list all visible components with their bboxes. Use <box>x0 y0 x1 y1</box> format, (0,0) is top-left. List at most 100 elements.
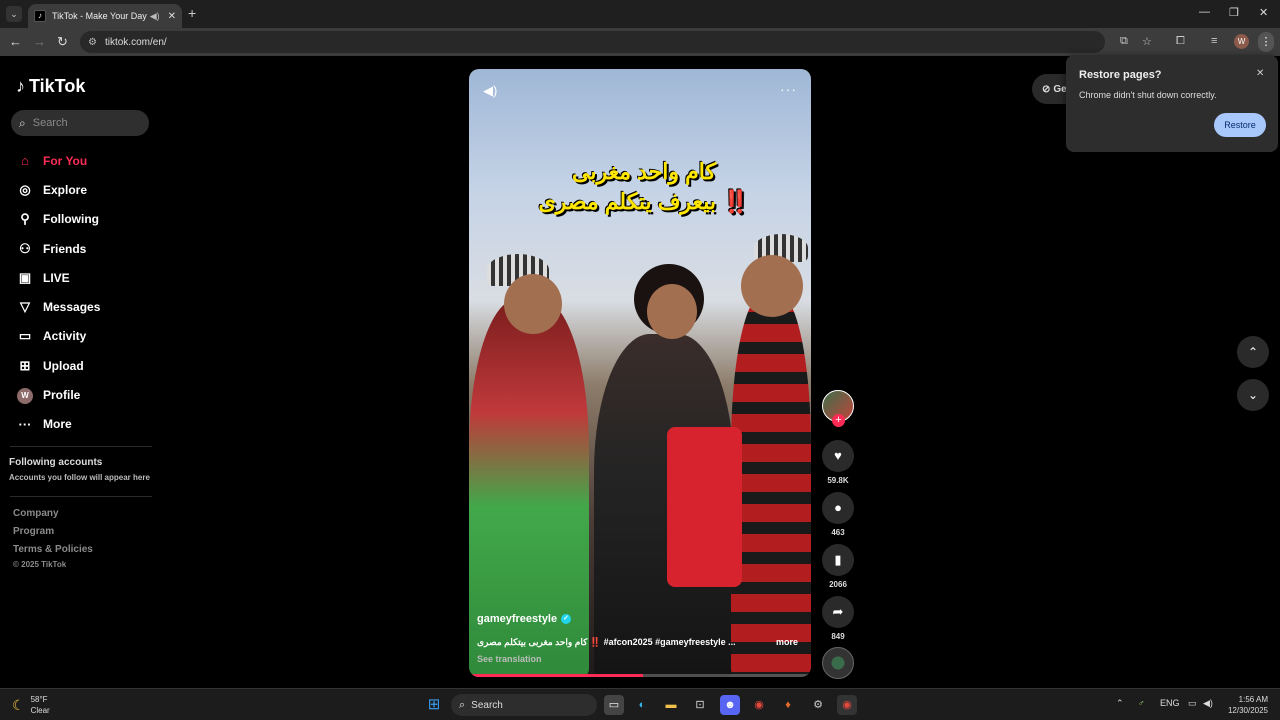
nav-profile[interactable]: W Profile <box>16 380 156 409</box>
sidebar-nav: ⌂ For You ◎ Explore ⚲ Following ⚇ Friend… <box>16 146 156 439</box>
discord-icon[interactable]: ☻ <box>720 695 740 715</box>
previous-video-button[interactable]: ⌃ <box>1237 336 1269 368</box>
url-text: tiktok.com/en/ <box>104 36 167 48</box>
footer-program[interactable]: Program <box>13 526 54 537</box>
minimize-icon[interactable]: — <box>1199 6 1210 18</box>
video-options-icon[interactable]: ··· <box>780 81 797 97</box>
extensions-icon[interactable]: ⧠ <box>1176 35 1185 48</box>
follow-plus-icon[interactable]: + <box>832 414 845 427</box>
video-description[interactable]: كام واحد مغربى بيتكلم مصرى ‼️ #afcon2025… <box>477 637 747 648</box>
tab-title: TikTok - Make Your Day <box>52 11 147 21</box>
language-indicator[interactable]: ENG <box>1160 698 1180 708</box>
nav-explore[interactable]: ◎ Explore <box>16 175 156 204</box>
window-close-icon[interactable]: ✕ <box>1259 6 1268 19</box>
system-clock[interactable]: 1:56 AM 12/30/2025 <box>1222 694 1268 716</box>
share-button[interactable]: ➦ <box>822 596 854 628</box>
plus-square-icon: ⊞ <box>19 357 31 373</box>
speaker-icon[interactable]: ◀) <box>150 11 160 22</box>
weather-condition: Clear <box>30 706 50 715</box>
nav-label: Friends <box>43 241 87 256</box>
profile-avatar[interactable]: W <box>1234 34 1249 49</box>
tab-tiktok[interactable]: ♪ TikTok - Make Your Day ◀) ✕ <box>28 4 182 28</box>
chrome-active-icon[interactable]: ◉ <box>837 695 857 715</box>
tab-search-button[interactable]: ⌄ <box>6 6 22 22</box>
tab-close-icon[interactable]: ✕ <box>168 11 176 22</box>
divider <box>10 446 152 447</box>
nav-label: Upload <box>43 358 84 373</box>
microphone-icon[interactable]: ♂ <box>1138 698 1145 708</box>
comment-button[interactable]: ● <box>822 492 854 524</box>
address-bar[interactable]: ⚙ tiktok.com/en/ <box>80 31 1105 53</box>
like-button[interactable]: ♥ <box>822 440 854 472</box>
see-translation-link[interactable]: See translation <box>477 654 542 664</box>
share-count: 849 <box>831 632 845 641</box>
phone-icon: ⊘ <box>1042 83 1051 95</box>
nav-label: Profile <box>43 388 81 403</box>
nav-messages[interactable]: ▽ Messages <box>16 292 156 321</box>
save-button[interactable]: ▮ <box>822 544 854 576</box>
tray-overflow-icon[interactable]: ⌃ <box>1116 698 1124 709</box>
popup-close-icon[interactable]: ✕ <box>1256 68 1264 79</box>
music-disc-icon[interactable] <box>822 647 854 679</box>
taskbar-search[interactable]: ⌕ Search <box>451 694 597 716</box>
comment-icon: ● <box>834 500 842 515</box>
chrome-menu-icon[interactable]: ⋮ <box>1258 32 1274 52</box>
file-explorer-icon[interactable]: ▬ <box>661 695 681 715</box>
nav-friends[interactable]: ⚇ Friends <box>16 234 156 263</box>
store-icon[interactable]: ⊡ <box>690 695 710 715</box>
weather-widget[interactable]: ☾ 58°F Clear <box>12 694 50 716</box>
nav-upload[interactable]: ⊞ Upload <box>16 351 156 380</box>
logo-text: TikTok <box>29 76 86 96</box>
video-player[interactable]: ◀) ··· كام واحد مغربى بيعرف يتكلم مصرى ‼… <box>469 69 811 677</box>
site-info-icon[interactable]: ⚙ <box>88 37 97 48</box>
restore-button[interactable]: Restore <box>1214 113 1266 137</box>
video-scene <box>647 284 697 339</box>
volume-icon[interactable]: ◀) <box>483 83 497 99</box>
like-count: 59.8K <box>827 476 849 485</box>
chrome-icon[interactable]: ◉ <box>749 695 769 715</box>
new-tab-button[interactable]: + <box>188 5 196 21</box>
live-icon: ▣ <box>18 269 32 285</box>
nav-more[interactable]: ··· More <box>16 410 156 439</box>
steam-icon[interactable]: ⚙ <box>808 695 828 715</box>
save-count: 2066 <box>829 580 847 589</box>
tiktok-logo[interactable]: ♪ TikTok <box>16 76 85 97</box>
task-view-icon[interactable]: ▭ <box>604 695 624 715</box>
profile-icon: W <box>16 386 34 405</box>
nav-following[interactable]: ⚲ Following <box>16 205 156 234</box>
nav-for-you[interactable]: ⌂ For You <box>16 146 156 175</box>
heart-icon: ♥ <box>834 448 842 463</box>
browser-toolbar: ← → ↻ ⚙ tiktok.com/en/ ⧉ ☆ ⧠ ≡ W ⋮ <box>0 28 1280 56</box>
bookmark-star-icon[interactable]: ☆ <box>1142 35 1152 48</box>
taskbar-search-label: Search <box>471 699 503 711</box>
popup-message: Chrome didn't shut down correctly. <box>1079 90 1217 100</box>
install-app-icon[interactable]: ⧉ <box>1120 35 1128 48</box>
nav-live[interactable]: ▣ LIVE <box>16 263 156 292</box>
display-icon[interactable]: ▭ <box>1188 698 1197 709</box>
nav-label: Messages <box>43 300 101 315</box>
video-progress-bar[interactable] <box>469 674 811 677</box>
footer-terms[interactable]: Terms & Policies <box>13 544 93 555</box>
windows-start-icon[interactable]: ⊞ <box>424 695 444 715</box>
edge-icon[interactable]: ◐ <box>632 695 652 715</box>
next-video-button[interactable]: ⌄ <box>1237 379 1269 411</box>
nav-label: Activity <box>43 329 87 344</box>
maximize-icon[interactable]: ❐ <box>1229 6 1239 19</box>
search-icon: ⌕ <box>459 698 466 711</box>
media-controls-icon[interactable]: ≡ <box>1211 35 1217 47</box>
video-scene <box>731 294 811 677</box>
forward-icon[interactable]: → <box>33 34 46 49</box>
volume-icon[interactable]: ◀) <box>1203 698 1213 709</box>
back-icon[interactable]: ← <box>9 34 22 49</box>
microphone-app-icon[interactable]: ♦ <box>778 695 798 715</box>
search-icon: ⌕ <box>19 115 26 130</box>
tiktok-favicon-icon: ♪ <box>34 10 46 22</box>
nav-label: Explore <box>43 182 88 197</box>
footer-company[interactable]: Company <box>13 508 59 519</box>
video-username[interactable]: gameyfreestyle ✓ <box>477 613 572 625</box>
reload-icon[interactable]: ↻ <box>57 34 68 50</box>
search-input[interactable]: ⌕ Search <box>11 110 149 136</box>
description-more-link[interactable]: more <box>776 637 798 647</box>
nav-activity[interactable]: ▭ Activity <box>16 322 156 351</box>
nav-label: For You <box>43 153 88 168</box>
